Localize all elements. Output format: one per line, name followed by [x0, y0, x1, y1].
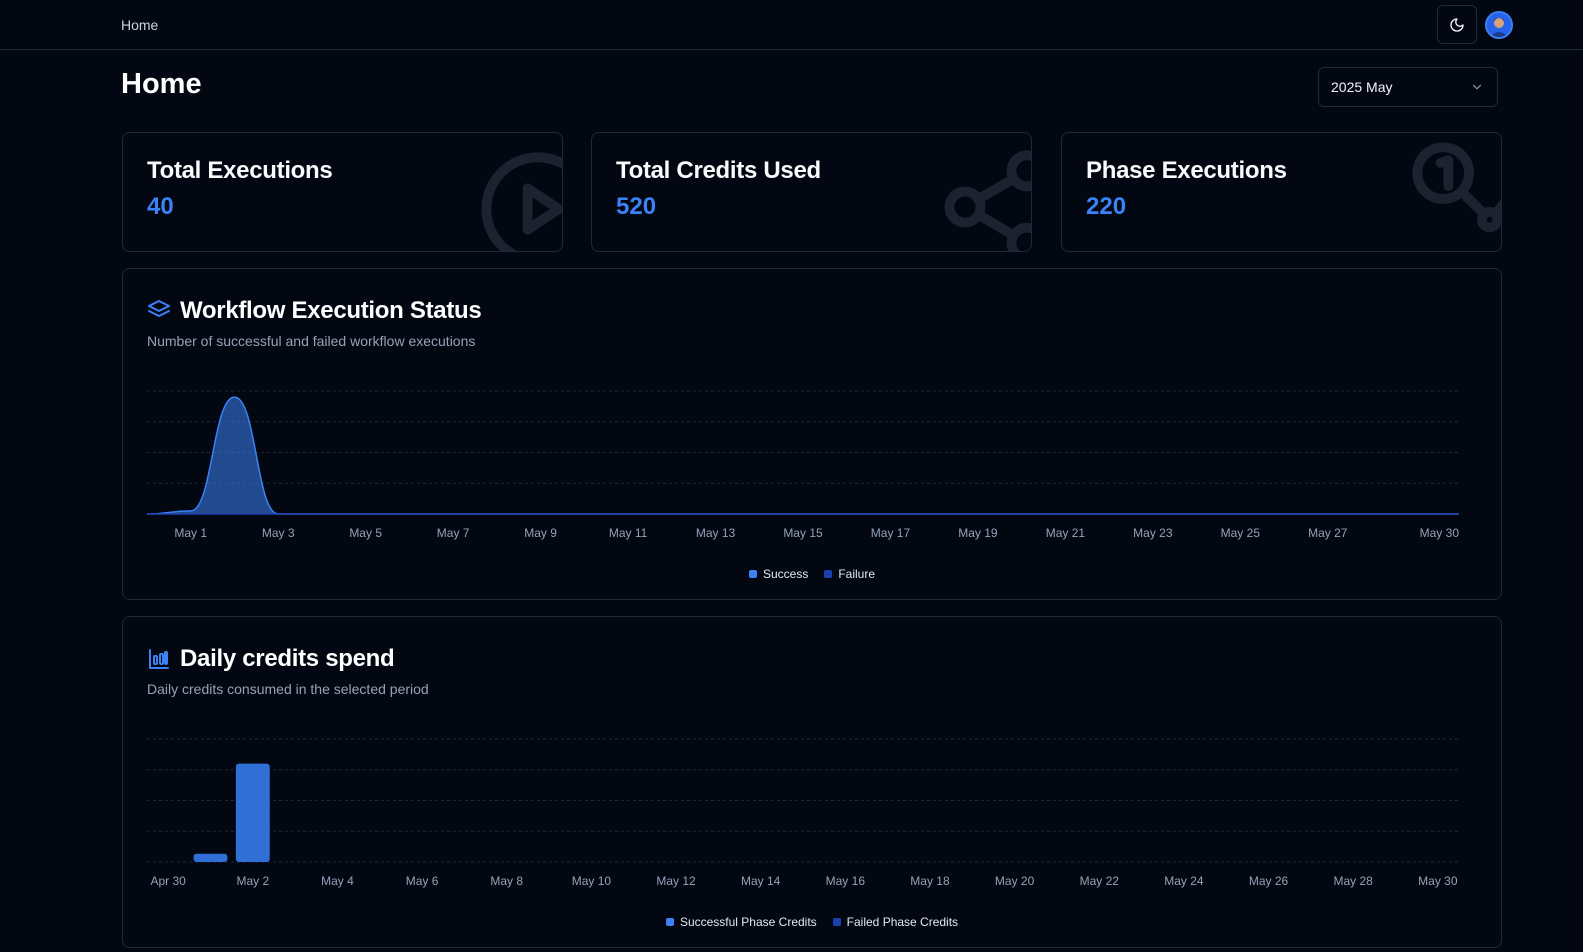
x-tick-label: Apr 30 — [150, 874, 186, 888]
x-tick-label: May 14 — [741, 874, 781, 888]
x-tick-label: May 21 — [1046, 526, 1086, 540]
credits-bar-chart: Apr 30 May 2 May 4 May 6 May 8 May 10 May 12 Ma… — [147, 738, 1459, 888]
x-tick-label: May 8 — [490, 874, 523, 888]
stat-value: 40 — [147, 193, 174, 220]
chart-legend: Success Failure — [123, 567, 1501, 581]
x-tick-label: May 23 — [1133, 526, 1173, 540]
waypoints-icon — [1412, 142, 1501, 233]
x-tick-label: May 2 — [236, 874, 269, 888]
bar-may-1[interactable] — [193, 853, 228, 862]
legend-item-failed-credits[interactable]: Failed Phase Credits — [832, 915, 959, 929]
moon-icon — [1450, 17, 1464, 32]
legend-item-successful-credits[interactable]: Successful Phase Credits — [665, 915, 817, 929]
workflow-icon — [944, 150, 1031, 251]
legend-swatch — [824, 570, 833, 578]
x-tick-label: May 12 — [656, 874, 696, 888]
x-tick-label: May 24 — [1164, 874, 1204, 888]
chevron-down-icon — [1472, 84, 1482, 90]
x-tick-label: May 9 — [524, 526, 557, 540]
area-fill-success — [147, 397, 1459, 514]
x-tick-label: May 27 — [1308, 526, 1348, 540]
stat-title: Total Executions — [147, 157, 333, 184]
x-tick-label: May 13 — [696, 526, 736, 540]
credits-spend-card: Daily credits spend Daily credits consum… — [122, 616, 1502, 948]
x-tick-label: May 30 — [1418, 874, 1458, 888]
execution-status-card: Workflow Execution Status Number of succ… — [122, 268, 1502, 600]
legend-item-failure[interactable]: Failure — [824, 567, 875, 581]
stat-card-phase-executions: Phase Executions 220 — [1061, 132, 1502, 252]
legend-label: Success — [762, 567, 809, 581]
x-tick-label: May 10 — [572, 874, 612, 888]
x-tick-label: May 19 — [958, 526, 998, 540]
user-avatar[interactable] — [1485, 11, 1513, 39]
legend-label: Successful Phase Credits — [679, 915, 817, 929]
series-line-success — [146, 396, 1459, 515]
chart-legend: Successful Phase Credits Failed Phase Cr… — [123, 915, 1501, 929]
x-tick-label: May 20 — [995, 874, 1035, 888]
stat-value: 220 — [1086, 193, 1127, 220]
legend-swatch — [665, 918, 674, 926]
x-tick-label: May 7 — [437, 526, 470, 540]
theme-toggle-button[interactable] — [1437, 5, 1477, 44]
legend-label: Failed Phase Credits — [846, 915, 959, 929]
x-tick-label: May 4 — [321, 874, 354, 888]
x-tick-label: May 17 — [871, 526, 911, 540]
stat-title: Phase Executions — [1086, 157, 1287, 184]
execution-area-chart: May 1 May 3 May 5 May 7 May 9 May 11 May 13 May… — [146, 390, 1460, 540]
breadcrumb[interactable]: Home — [121, 17, 158, 33]
circle-play-icon — [481, 152, 562, 251]
x-tick-label: May 18 — [910, 874, 950, 888]
period-select-value: 2025 May — [1331, 79, 1393, 95]
legend-label: Failure — [838, 567, 876, 581]
x-tick-label: May 16 — [826, 874, 866, 888]
legend-swatch — [748, 570, 757, 578]
x-tick-label: May 3 — [262, 526, 295, 540]
x-tick-label: May 1 — [174, 526, 207, 540]
legend-item-success[interactable]: Success — [748, 567, 809, 581]
stat-title: Total Credits Used — [616, 157, 821, 184]
x-tick-label: May 28 — [1334, 874, 1374, 888]
legend-swatch — [832, 918, 841, 926]
x-tick-label: May 26 — [1249, 874, 1289, 888]
x-tick-label: May 15 — [783, 526, 823, 540]
stat-card-total-executions: Total Executions 40 — [122, 132, 563, 252]
top-bar: Home — [0, 0, 1583, 50]
period-select[interactable]: 2025 May — [1318, 67, 1498, 107]
stat-value: 520 — [616, 193, 657, 220]
page-title: Home — [121, 68, 202, 100]
bar-may-2[interactable] — [235, 763, 270, 862]
x-tick-label: May 6 — [406, 874, 439, 888]
x-tick-label: May 11 — [609, 526, 648, 540]
x-tick-label: May 22 — [1080, 874, 1120, 888]
x-tick-label: May 5 — [349, 526, 382, 540]
stat-card-total-credits: Total Credits Used 520 — [591, 132, 1032, 252]
x-tick-label: May 25 — [1221, 526, 1261, 540]
x-tick-label: May 30 — [1420, 526, 1460, 540]
